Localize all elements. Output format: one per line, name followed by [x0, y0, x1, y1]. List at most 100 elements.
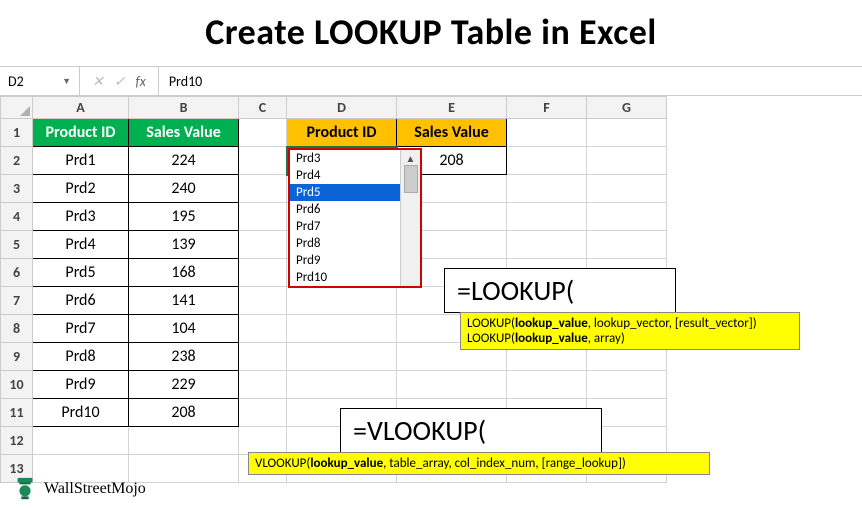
formula-bar-buttons: ✕ ✓ fx — [80, 67, 159, 95]
cell[interactable]: Sales Value — [129, 119, 239, 147]
wallstreetmojo-logo: WallStreetMojo — [12, 476, 146, 502]
cell[interactable] — [507, 147, 587, 175]
cell[interactable]: Prd6 — [33, 287, 129, 315]
scroll-up-icon[interactable]: ▲ — [406, 152, 416, 165]
row-header[interactable]: 11 — [1, 399, 33, 427]
cell[interactable] — [507, 371, 587, 399]
dropdown-scrollbar[interactable]: ▲ — [400, 150, 420, 286]
scroll-thumb[interactable] — [404, 165, 418, 193]
dropdown-item[interactable]: Prd8 — [290, 235, 400, 252]
formula-bar-input[interactable]: Prd10 — [159, 73, 862, 90]
dropdown-item[interactable]: Prd4 — [290, 167, 400, 184]
cell[interactable]: 168 — [129, 259, 239, 287]
cell[interactable]: Prd10 — [33, 399, 129, 427]
cancel-icon[interactable]: ✕ — [92, 73, 104, 90]
cell[interactable] — [587, 119, 667, 147]
chevron-down-icon[interactable]: ▼ — [62, 76, 71, 87]
column-header[interactable]: B — [129, 97, 239, 119]
cell[interactable] — [587, 371, 667, 399]
cell[interactable] — [239, 287, 287, 315]
cell[interactable]: Prd2 — [33, 175, 129, 203]
cell[interactable] — [33, 427, 129, 455]
cell[interactable]: Prd9 — [33, 371, 129, 399]
cell[interactable] — [397, 371, 507, 399]
validation-dropdown[interactable]: Prd3Prd4Prd5Prd6Prd7Prd8Prd9Prd10 ▲ — [288, 148, 422, 288]
cell[interactable] — [287, 315, 397, 343]
cell[interactable]: Product ID — [33, 119, 129, 147]
cell[interactable]: 208 — [129, 399, 239, 427]
cell[interactable] — [239, 427, 287, 455]
cell[interactable] — [287, 343, 397, 371]
row-header[interactable]: 10 — [1, 371, 33, 399]
cell[interactable] — [239, 371, 287, 399]
row-header[interactable]: 2 — [1, 147, 33, 175]
cell[interactable]: Product ID — [287, 119, 397, 147]
dropdown-item[interactable]: Prd3 — [290, 150, 400, 167]
row-header[interactable]: 8 — [1, 315, 33, 343]
fx-icon[interactable]: fx — [135, 73, 145, 90]
column-header[interactable]: A — [33, 97, 129, 119]
column-header[interactable]: C — [239, 97, 287, 119]
row-header[interactable]: 9 — [1, 343, 33, 371]
cell[interactable] — [239, 259, 287, 287]
cell[interactable] — [239, 119, 287, 147]
formula-bar: D2 ▼ ✕ ✓ fx Prd10 — [0, 66, 862, 96]
cell[interactable]: Prd8 — [33, 343, 129, 371]
cell[interactable] — [239, 343, 287, 371]
dropdown-item[interactable]: Prd5 — [290, 184, 400, 201]
cell[interactable] — [587, 175, 667, 203]
row-header[interactable]: 1 — [1, 119, 33, 147]
cell[interactable] — [239, 175, 287, 203]
cell[interactable] — [507, 203, 587, 231]
cell[interactable] — [239, 203, 287, 231]
dropdown-item[interactable]: Prd6 — [290, 201, 400, 218]
select-all-corner[interactable] — [1, 97, 33, 119]
row-header[interactable]: 3 — [1, 175, 33, 203]
cell[interactable] — [239, 399, 287, 427]
column-header[interactable]: E — [397, 97, 507, 119]
page-title: Create LOOKUP Table in Excel — [0, 0, 862, 66]
column-header[interactable]: G — [587, 97, 667, 119]
name-box[interactable]: D2 ▼ — [0, 67, 80, 95]
cell[interactable]: 224 — [129, 147, 239, 175]
cell[interactable]: Prd7 — [33, 315, 129, 343]
cell[interactable]: Prd5 — [33, 259, 129, 287]
column-header[interactable]: D — [287, 97, 397, 119]
cell[interactable]: 240 — [129, 175, 239, 203]
cell[interactable]: 238 — [129, 343, 239, 371]
row-header[interactable]: 12 — [1, 427, 33, 455]
cell[interactable]: 104 — [129, 315, 239, 343]
cell[interactable] — [239, 315, 287, 343]
cell[interactable] — [507, 119, 587, 147]
dropdown-item[interactable]: Prd7 — [290, 218, 400, 235]
cell[interactable]: Sales Value — [397, 119, 507, 147]
cell[interactable]: Prd4 — [33, 231, 129, 259]
cell[interactable] — [239, 147, 287, 175]
cell[interactable] — [129, 427, 239, 455]
cell[interactable] — [287, 371, 397, 399]
logo-text: WallStreetMojo — [44, 480, 146, 498]
cell[interactable] — [507, 231, 587, 259]
row-header[interactable]: 6 — [1, 259, 33, 287]
enter-icon[interactable]: ✓ — [114, 73, 126, 90]
dropdown-item[interactable]: Prd9 — [290, 252, 400, 269]
dropdown-item[interactable]: Prd10 — [290, 269, 400, 286]
cell[interactable] — [507, 175, 587, 203]
cell[interactable]: Prd1 — [33, 147, 129, 175]
cell[interactable] — [587, 203, 667, 231]
cell[interactable]: 195 — [129, 203, 239, 231]
cell[interactable]: 229 — [129, 371, 239, 399]
cell[interactable]: Prd3 — [33, 203, 129, 231]
cell[interactable]: 141 — [129, 287, 239, 315]
row-header[interactable]: 4 — [1, 203, 33, 231]
row-header[interactable]: 7 — [1, 287, 33, 315]
logo-icon — [12, 476, 38, 502]
column-header[interactable]: F — [507, 97, 587, 119]
cell[interactable] — [239, 231, 287, 259]
cell[interactable] — [587, 231, 667, 259]
cell[interactable] — [587, 147, 667, 175]
row-header[interactable]: 5 — [1, 231, 33, 259]
cell[interactable]: 139 — [129, 231, 239, 259]
vlookup-tooltip: VLOOKUP(lookup_value, table_array, col_i… — [248, 452, 710, 475]
cell[interactable] — [287, 287, 397, 315]
